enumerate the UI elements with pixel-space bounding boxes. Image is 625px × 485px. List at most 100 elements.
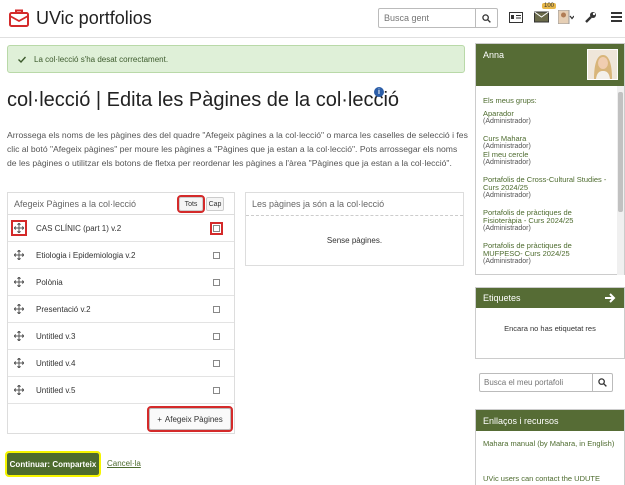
portfolio-logo-icon[interactable] [8,7,30,29]
page-checkbox[interactable] [213,386,220,394]
page-name: CAS CLÍNIC (part 1) v.2 [36,223,122,233]
search-icon [598,378,607,387]
sidebar-user-header: Anna [476,44,624,86]
user-avatar-menu[interactable] [558,9,574,25]
group-item: El meu cercle (Administrador) [483,151,611,167]
people-search-input[interactable] [379,9,475,27]
user-name[interactable]: Anna [483,50,504,60]
page-name: Polònia [36,277,63,287]
inbox-badge: 100 [541,3,556,9]
user-profile-picture[interactable] [587,49,618,80]
existing-pages-panel-title: Les pàgines ja són a la col·lecció [252,199,385,209]
select-all-button[interactable]: Tots [177,195,205,213]
group-link[interactable]: Portafolis de Cross-Cultural Studies - C… [483,176,611,192]
plus-icon: + [157,414,162,424]
move-icon[interactable] [14,304,24,314]
page-checkbox[interactable] [213,305,220,313]
resource-link[interactable]: Mahara manual (by Mahara, in English) [483,439,621,448]
add-pages-label: Afegeix Pàgines [164,414,223,424]
page-checkbox[interactable] [210,221,223,235]
group-role: (Administrador) [483,192,531,199]
page-row[interactable]: Etiologia i Epidemiologia v.2 [8,242,234,269]
add-pages-panel-header: Afegeix Pàgines a la col·lecció Tots Cap [8,193,234,215]
profile-card-icon[interactable] [508,9,524,25]
portfolio-search [479,373,613,392]
group-item: Portafolis de pràctiques de Fisioteràpia… [483,209,611,233]
instructions-text: Arrossega els noms de les pàgines des de… [7,130,468,168]
move-icon[interactable] [14,331,24,341]
group-role: (Administrador) [483,225,531,232]
move-icon[interactable] [14,277,24,287]
existing-pages-panel-header: Les pàgines ja són a la col·lecció [246,193,463,215]
group-role: (Administrador) [483,159,531,166]
group-link[interactable]: Portafolis de pràctiques de Fisioteràpia… [483,209,611,225]
wrench-icon[interactable] [583,9,599,25]
page-checkbox[interactable] [213,278,220,286]
page-row[interactable]: Polònia [8,269,234,296]
group-role: (Administrador) [483,258,531,265]
people-search-button[interactable] [475,9,497,27]
inbox-icon[interactable]: 100 [533,3,556,25]
group-item: Curs Mahara (Administrador) [483,135,611,151]
search-icon [482,13,491,23]
groups-scrollbar[interactable] [617,86,624,275]
group-link[interactable]: Aparador [483,110,611,118]
select-none-button[interactable]: Cap [206,197,224,211]
add-pages-panel: Afegeix Pàgines a la col·lecció Tots Cap… [7,192,235,434]
move-icon[interactable] [14,358,24,368]
my-groups-title: Els meus grups: [483,96,537,105]
tags-title: Etiquetes [483,293,521,303]
sidebar-tags-block: Etiquetes Encara no has etiquetat res [475,287,625,359]
arrow-right-icon[interactable] [604,292,616,304]
page-name: Untitled v.4 [36,358,76,368]
add-pages-panel-title: Afegeix Pàgines a la col·lecció [14,198,137,209]
continue-share-button[interactable]: Continuar: Comparteix [5,451,101,477]
group-item: Portafolis de Cross-Cultural Studies - C… [483,176,611,200]
page-title: col·lecció | Edita les Pàgines de la col… [7,89,400,111]
page-row[interactable]: Presentació v.2 [8,296,234,323]
group-link[interactable]: El meu cercle [483,151,611,159]
group-link[interactable]: Portafolis de pràctiques de MUFPESO- Cur… [483,242,611,258]
page-row[interactable]: CAS CLÍNIC (part 1) v.2 [8,215,234,242]
header-icons: 100 [508,3,624,25]
page-checkbox[interactable] [213,359,220,367]
add-pages-button[interactable]: + Afegeix Pàgines [147,406,233,432]
page-name: Untitled v.3 [36,331,76,341]
existing-pages-dropzone[interactable]: Sense pàgines. [246,215,463,265]
move-icon[interactable] [14,250,24,260]
people-search [378,8,498,28]
portfolio-search-input[interactable] [480,374,592,391]
page-checkbox[interactable] [213,251,220,259]
page-row[interactable]: Untitled v.5 [8,377,234,404]
sidebar-user-block: Anna Els meus grups: Aparador (Administr… [475,43,625,275]
page-name: Untitled v.5 [36,385,76,395]
hamburger-menu-icon[interactable] [608,9,624,25]
user-avatar-icon [558,10,574,24]
page: UVic portfolios 100 [0,0,625,485]
portfolio-search-button[interactable] [592,374,612,391]
groups-scrollbar-thumb[interactable] [618,92,623,212]
existing-pages-panel: Les pàgines ja són a la col·lecció Sense… [245,192,464,266]
avatar-icon [588,50,617,79]
group-link[interactable]: Curs Mahara [483,135,611,143]
group-role: (Administrador) [483,118,531,125]
page-checkbox[interactable] [213,332,220,340]
tags-header[interactable]: Etiquetes [476,288,624,308]
cancel-link[interactable]: Cancel·la [107,459,141,468]
page-row[interactable]: Untitled v.4 [8,350,234,377]
page-name: Presentació v.2 [36,304,91,314]
move-icon[interactable] [11,220,27,236]
page-row[interactable]: Untitled v.3 [8,323,234,350]
info-icon[interactable]: i [374,87,384,97]
page-name: Etiologia i Epidemiologia v.2 [36,250,136,260]
no-tags-text: Encara no has etiquetat res [504,324,596,333]
success-alert: La col·lecció s'ha desat correctament. [7,45,465,73]
site-title[interactable]: UVic portfolios [36,8,152,29]
group-item: Portafolis de pràctiques de MUFPESO- Cur… [483,242,611,266]
group-item: Aparador (Administrador) [483,110,611,126]
success-message: La col·lecció s'ha desat correctament. [34,54,169,64]
move-icon[interactable] [14,385,24,395]
resource-link[interactable]: UVic users can contact the UDUTE [483,474,621,483]
top-header: UVic portfolios 100 [0,0,625,38]
sidebar-links-block: Enllaços i recursos Mahara manual (by Ma… [475,409,625,485]
